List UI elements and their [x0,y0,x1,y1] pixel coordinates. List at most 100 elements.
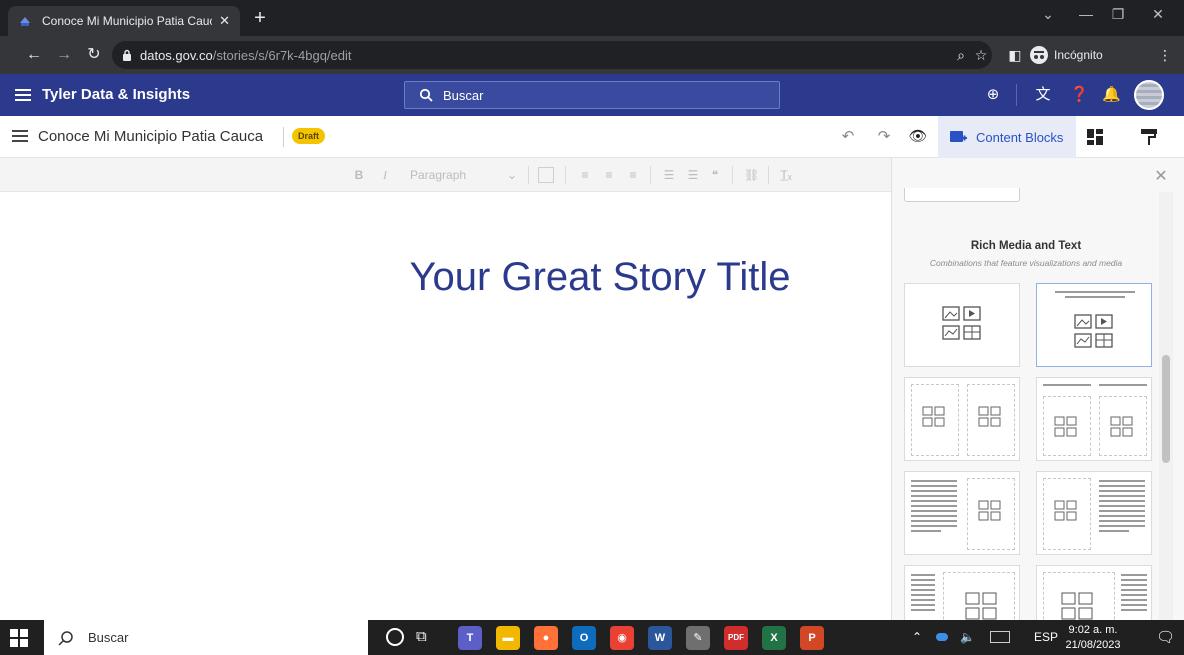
ordered-list-icon[interactable]: ☰ [662,167,676,183]
taskbar-app-word-icon[interactable]: W [648,626,672,650]
block-format-select[interactable]: Paragraph [410,167,480,183]
panel-close-icon[interactable]: ✕ [1152,166,1170,185]
chevron-down-icon[interactable]: ⌄ [505,167,519,183]
incognito-icon [1030,46,1048,64]
media-block-icon [1074,314,1113,348]
align-center-icon[interactable]: ≡ [602,167,616,183]
create-plus-icon[interactable]: ⊕ [984,86,1002,104]
windows-taskbar: Buscar ⧉ ⌃ 🔈 ESP 9:02 a. m. 21/08/2023 🗨… [0,620,1184,655]
restore-icon[interactable]: ❐ [1106,6,1130,26]
story-menu-icon[interactable] [12,129,28,143]
align-right-icon[interactable]: ≡ [626,167,640,183]
story-header: Conoce Mi Municipio Patia Cauca Draft ↶ … [0,116,1184,158]
search-icon [58,630,73,646]
taskbar-app-explorer-icon[interactable]: ▬ [496,626,520,650]
help-icon[interactable]: ❓ [1070,86,1089,104]
block-tile-large-media-text[interactable] [1036,565,1152,620]
notification-center-icon[interactable]: 🗨 [1156,628,1175,646]
taskbar-app-firefox-icon[interactable]: ● [534,626,558,650]
brand-name[interactable]: Tyler Data & Insights [42,86,190,103]
italic-button[interactable]: I [378,167,392,183]
site-search-input[interactable]: Buscar [404,81,780,109]
url-path: /stories/s/6r7k-4bgq/edit [212,47,352,63]
block-tile-heading-media[interactable] [1036,283,1152,367]
input-language[interactable]: ESP [1034,630,1058,644]
theme-paint-roller-icon[interactable] [1141,129,1157,145]
hamburger-menu-icon[interactable] [14,86,32,104]
media-block-icon [942,306,981,340]
text-color-swatch[interactable] [538,167,554,183]
block-tile-text-large-media[interactable] [904,565,1020,620]
unordered-list-icon[interactable]: ☰ [686,167,700,183]
undo-icon[interactable]: ↶ [838,128,858,146]
media-block-icon [965,592,997,620]
taskbar-search-input[interactable]: Buscar [44,620,368,655]
taskbar-app-powerpoint-icon[interactable]: P [800,626,824,650]
task-view-icon[interactable]: ⧉ [416,628,427,645]
section-title: Rich Media and Text [970,240,1082,252]
tab-search-icon[interactable]: ⌄ [1036,6,1060,26]
incognito-indicator[interactable]: Incógnito [1030,43,1103,67]
blockquote-icon[interactable]: ❝ [708,167,722,183]
taskbar-app-pdf-icon[interactable]: PDF [724,626,748,650]
taskbar-app-chrome-icon[interactable]: ◉ [610,626,634,650]
user-avatar[interactable] [1134,80,1164,110]
block-tile-text-media[interactable] [904,471,1020,555]
content-blocks-label: Content Blocks [976,129,1064,145]
block-tile[interactable] [904,188,1020,202]
window-close-icon[interactable]: ✕ [1146,6,1170,26]
url-host: datos.gov.co [140,47,213,63]
app-header: Tyler Data & Insights Buscar ⊕ 文 ❓ 🔔 [0,74,1184,116]
browser-menu-icon[interactable]: ⋮ [1156,46,1174,64]
onedrive-cloud-icon[interactable] [936,633,948,641]
incognito-label: Incógnito [1054,48,1103,62]
media-block-icon [1054,500,1077,521]
zoom-icon[interactable]: ⌕ [952,46,970,64]
block-tile-two-heading-media[interactable] [1036,377,1152,461]
back-arrow-icon[interactable]: ← [24,45,44,65]
system-clock[interactable]: 9:02 a. m. 21/08/2023 [1062,623,1124,653]
side-panel-icon[interactable]: ◧ [1006,46,1024,64]
tab-close-icon[interactable]: ✕ [219,13,230,29]
bold-button[interactable]: B [352,167,366,183]
media-block-icon [978,406,1001,427]
keyboard-icon[interactable] [990,631,1010,643]
block-tile-media-text[interactable] [1036,471,1152,555]
browser-tab[interactable]: Conoce Mi Municipio Patia Cauca ✕ [8,6,240,36]
taskbar-search-placeholder: Buscar [88,630,129,645]
media-block-icon [922,406,945,427]
block-tile-media[interactable] [904,283,1020,367]
notifications-bell-icon[interactable]: 🔔 [1102,86,1121,104]
browser-tab-strip: Conoce Mi Municipio Patia Cauca ✕ + ⌄ — … [0,0,1184,36]
translate-icon[interactable]: 文 [1034,86,1052,104]
header-divider [1016,84,1017,106]
link-icon[interactable]: ⛓ [744,167,759,183]
content-blocks-button[interactable]: Content Blocks [938,116,1076,158]
cortana-circle-icon[interactable] [386,628,404,646]
align-left-icon[interactable]: ≡ [578,167,592,183]
taskbar-app-outlook-icon[interactable]: O [572,626,596,650]
bookmark-star-icon[interactable]: ☆ [972,46,990,64]
volume-icon[interactable]: 🔈 [960,630,975,644]
clear-formatting-icon[interactable]: T̲ₓ [778,167,794,183]
toolbar-separator [732,166,733,184]
panel-scrollbar-thumb[interactable] [1162,355,1170,463]
address-bar[interactable]: datos.gov.co/stories/s/6r7k-4bgq/edit [112,41,992,69]
title-divider [283,127,284,147]
media-block-icon [1054,416,1077,437]
taskbar-app-paint-icon[interactable]: ✎ [686,626,710,650]
new-tab-button[interactable]: + [250,8,270,28]
layout-grid-icon[interactable] [1087,129,1103,145]
preview-eye-icon[interactable]: 👁 [908,128,928,146]
windows-start-icon[interactable] [10,629,28,647]
minimize-icon[interactable]: — [1074,6,1098,26]
search-icon [419,88,433,102]
taskbar-app-excel-icon[interactable]: X [762,626,786,650]
taskbar-app-teams-icon[interactable]: T [458,626,482,650]
reload-icon[interactable]: ↻ [84,45,104,65]
tray-chevron-up-icon[interactable]: ⌃ [912,630,922,644]
block-tile-two-media[interactable] [904,377,1020,461]
story-title[interactable]: Conoce Mi Municipio Patia Cauca [38,128,263,145]
redo-icon[interactable]: ↷ [874,128,894,146]
forward-arrow-icon[interactable]: → [54,45,74,65]
